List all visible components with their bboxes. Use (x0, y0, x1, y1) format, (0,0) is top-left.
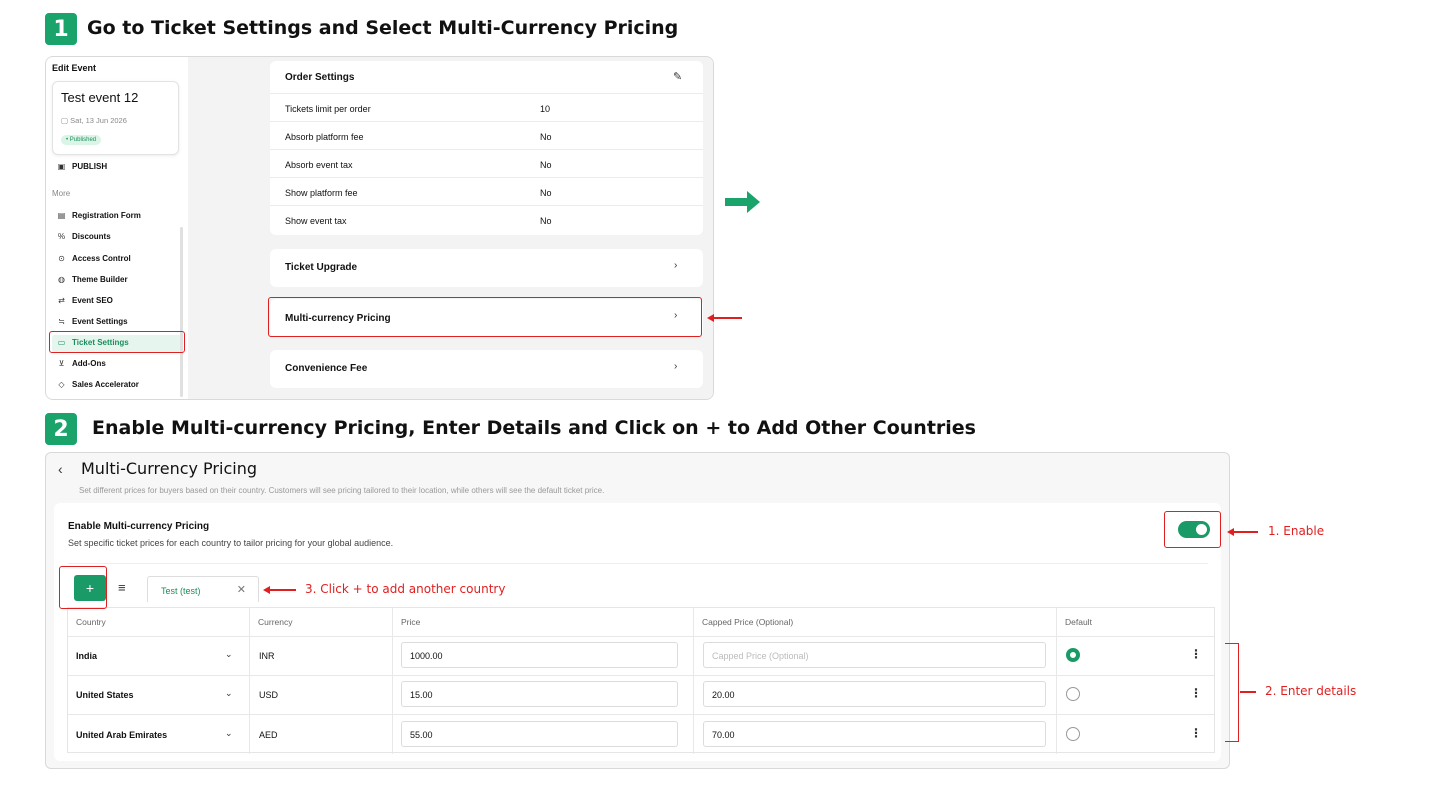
country-select[interactable]: United Arab Emirates (76, 730, 167, 740)
percent-icon: % (57, 232, 66, 241)
capped-price-input[interactable]: 70.00 (703, 721, 1046, 747)
row-label: Absorb platform fee (285, 132, 364, 142)
page-subtitle: Set different prices for buyers based on… (79, 486, 605, 495)
convenience-fee-label: Convenience Fee (285, 363, 368, 374)
ticket-tab-label: Test (test) (161, 586, 201, 596)
highlight-multi-currency (268, 297, 702, 337)
details-bracket (1225, 643, 1239, 742)
more-options-icon[interactable]: ⋮ (1190, 647, 1202, 661)
country-select[interactable]: India (76, 651, 97, 661)
row-label: Absorb event tax (285, 160, 353, 170)
arrow-right-icon (725, 191, 760, 213)
step-1-title: Go to Ticket Settings and Select Multi-C… (87, 17, 679, 39)
currency-value: INR (259, 651, 275, 661)
row-label: Show event tax (285, 216, 347, 226)
event-card[interactable]: Test event 12 ▢ Sat, 13 Jun 2026 • Publi… (52, 81, 179, 155)
sidebar-item-event-seo[interactable]: ⇄ Event SEO (57, 296, 113, 305)
column-header: Currency (258, 617, 293, 627)
chevron-down-icon[interactable]: ⌄ (225, 688, 233, 699)
enable-subtitle: Set specific ticket prices for each coun… (68, 538, 394, 548)
ticket-tab[interactable]: Test (test) ✕ (147, 576, 259, 602)
highlight-toggle (1164, 511, 1221, 548)
chevron-down-icon[interactable]: ⌄ (225, 728, 233, 739)
step-1-badge: 1 (45, 13, 77, 45)
country-select[interactable]: United States (76, 690, 134, 700)
form-icon: ▤ (57, 211, 66, 220)
multi-currency-screenshot: ‹ Multi-Currency Pricing Set different p… (45, 452, 1230, 769)
sidebar-item-sales-accelerator[interactable]: ◇ Sales Accelerator (57, 380, 138, 389)
sidebar-item-theme-builder[interactable]: ◍ Theme Builder (57, 275, 128, 284)
edit-icon[interactable]: ✎ (673, 70, 682, 83)
sliders-icon: ≒ (58, 317, 65, 326)
order-settings-title: Order Settings (285, 72, 355, 83)
page-title: Multi-Currency Pricing (81, 459, 257, 478)
currency-table: Country Currency Price Capped Price (Opt… (67, 607, 1215, 754)
step-2-title: Enable Multi-currency Pricing, Enter Det… (92, 417, 976, 439)
sidebar-section-more: More (52, 189, 71, 198)
currency-value: AED (259, 730, 278, 740)
chevron-right-icon: › (674, 260, 678, 271)
highlight-ticket-settings (49, 331, 185, 353)
highlight-add-button (59, 566, 107, 609)
annotation-enter-details: 2. Enter details (1265, 684, 1357, 698)
row-label: Show platform fee (285, 188, 358, 198)
annotation-enable: 1. Enable (1268, 524, 1325, 538)
enable-title: Enable Multi-currency Pricing (68, 521, 210, 532)
row-value: No (540, 216, 552, 226)
chevron-down-icon[interactable]: ⌄ (225, 649, 233, 660)
row-label: Tickets limit per order (285, 104, 371, 114)
column-header: Capped Price (Optional) (702, 617, 794, 627)
seo-icon: ⇄ (58, 296, 65, 305)
chevron-right-icon: › (674, 361, 678, 372)
more-options-icon[interactable]: ⋮ (1190, 726, 1202, 740)
row-value: 10 (540, 104, 551, 114)
sidebar-heading: Edit Event (52, 63, 97, 73)
sidebar-item-registration-form[interactable]: ▤ Registration Form (57, 211, 141, 220)
step-2-badge: 2 (45, 413, 77, 445)
close-icon[interactable]: ✕ (237, 583, 246, 596)
settings-main: Order Settings ✎ Tickets limit per order… (188, 57, 713, 399)
more-options-icon[interactable]: ⋮ (1190, 686, 1202, 700)
column-header: Price (401, 617, 421, 627)
order-settings-card: Order Settings ✎ Tickets limit per order… (270, 61, 703, 235)
shield-icon: ⊙ (58, 254, 65, 263)
back-chevron-icon[interactable]: ‹ (58, 461, 63, 477)
capped-price-input[interactable]: Capped Price (Optional) (703, 642, 1046, 668)
sidebar-item-discounts[interactable]: % Discounts (57, 232, 111, 241)
sidebar-scrollbar[interactable] (180, 227, 183, 397)
sidebar-item-access-control[interactable]: ⊙ Access Control (57, 254, 131, 263)
column-header: Country (76, 617, 106, 627)
row-value: No (540, 132, 552, 142)
status-badge: • Published (61, 135, 102, 145)
sidebar-item-event-settings[interactable]: ≒ Event Settings (57, 317, 127, 326)
event-name: Test event 12 (61, 90, 139, 105)
cart-icon: ⊻ (58, 359, 65, 368)
price-input[interactable]: 15.00 (401, 681, 678, 707)
currency-value: USD (259, 690, 279, 700)
default-radio[interactable] (1066, 687, 1080, 701)
capped-price-input[interactable]: 20.00 (703, 681, 1046, 707)
row-value: No (540, 188, 552, 198)
default-radio[interactable] (1066, 727, 1080, 741)
row-value: No (540, 160, 552, 170)
convenience-fee-card[interactable]: Convenience Fee › (270, 350, 703, 388)
column-header: Default (1065, 617, 1092, 627)
sidebar-item-add-ons[interactable]: ⊻ Add-Ons (57, 359, 106, 368)
multi-currency-card: Enable Multi-currency Pricing Set specif… (54, 503, 1221, 761)
price-input[interactable]: 1000.00 (401, 642, 678, 668)
ticket-upgrade-label: Ticket Upgrade (285, 262, 358, 273)
calendar-icon: ▢ (61, 116, 71, 125)
ticket-upgrade-card[interactable]: Ticket Upgrade › (270, 249, 703, 287)
default-radio[interactable] (1066, 648, 1080, 662)
menu-icon[interactable]: ≡ (118, 580, 126, 595)
publish-icon: ▣ (57, 162, 66, 171)
event-date: ▢ Sat, 13 Jun 2026 (61, 116, 127, 125)
tag-icon: ◇ (58, 380, 65, 389)
annotation-add-country: 3. Click + to add another country (305, 582, 506, 596)
palette-icon: ◍ (58, 275, 65, 284)
price-input[interactable]: 55.00 (401, 721, 678, 747)
sidebar-item-publish[interactable]: ▣ PUBLISH (57, 162, 107, 171)
